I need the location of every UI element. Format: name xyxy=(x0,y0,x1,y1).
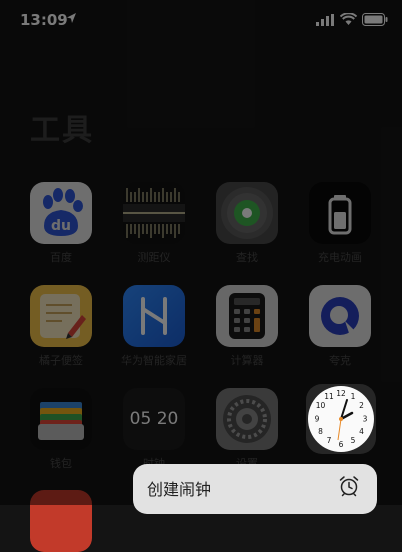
settings-gear-icon xyxy=(216,388,278,450)
folder-title: 工具 xyxy=(30,113,94,148)
svg-text:2: 2 xyxy=(359,401,364,410)
svg-text:9: 9 xyxy=(315,415,320,424)
find-my-icon xyxy=(216,182,278,244)
notes-pen-icon xyxy=(30,285,92,347)
quark-icon xyxy=(309,285,371,347)
svg-text:4: 4 xyxy=(359,427,364,436)
baidu-logo-text: du xyxy=(51,218,71,234)
app-label-wallet: 钱包 xyxy=(50,457,72,470)
app-label-baidu: 百度 xyxy=(50,251,72,264)
battery-icon xyxy=(362,13,388,26)
quick-action-menu: 创建闹钟 xyxy=(133,464,377,514)
svg-text:11: 11 xyxy=(324,392,334,401)
svg-text:7: 7 xyxy=(327,436,332,445)
clock-widget-time: 05 20 xyxy=(130,409,179,429)
app-label-huawei-smart-home: 华为智能家居 xyxy=(121,354,187,367)
app-partial-icon xyxy=(30,490,92,552)
smart-home-icon xyxy=(123,285,185,347)
alarm-clock-icon xyxy=(339,476,359,497)
battery-charging-icon xyxy=(309,182,371,244)
svg-text:10: 10 xyxy=(316,401,326,410)
app-label-find-my: 查找 xyxy=(236,251,258,264)
svg-text:8: 8 xyxy=(318,427,323,436)
wallet-icon xyxy=(30,388,92,450)
clock-face-icon: 12 1 2 3 4 5 6 7 8 9 10 11 xyxy=(308,386,374,452)
app-label-measure: 测距仪 xyxy=(137,251,171,264)
clock-widget-icon: 05 20 xyxy=(123,388,185,450)
svg-text:5: 5 xyxy=(351,436,356,445)
ruler-icon xyxy=(123,182,185,244)
calculator-icon xyxy=(216,285,278,347)
app-label-charging-animation: 充电动画 xyxy=(318,251,362,264)
app-label-quark: 夸克 xyxy=(329,354,351,367)
svg-text:6: 6 xyxy=(339,440,344,449)
status-bar: 13:09 xyxy=(0,0,402,40)
svg-text:3: 3 xyxy=(363,415,368,424)
app-label-orange-notes: 橘子便签 xyxy=(39,354,83,367)
svg-text:12: 12 xyxy=(336,389,346,398)
clock-app-highlighted[interactable]: 12 1 2 3 4 5 6 7 8 9 10 11 xyxy=(303,384,383,454)
location-arrow-icon xyxy=(67,13,76,23)
baidu-icon: du xyxy=(30,182,92,244)
create-alarm-action[interactable]: 创建闹钟 xyxy=(133,464,377,514)
svg-text:1: 1 xyxy=(351,392,356,401)
wifi-icon xyxy=(340,13,357,25)
status-time: 13:09 xyxy=(20,11,68,29)
cellular-signal-icon xyxy=(316,14,334,26)
app-label-calculator: 计算器 xyxy=(230,354,264,367)
create-alarm-label: 创建闹钟 xyxy=(147,480,212,499)
